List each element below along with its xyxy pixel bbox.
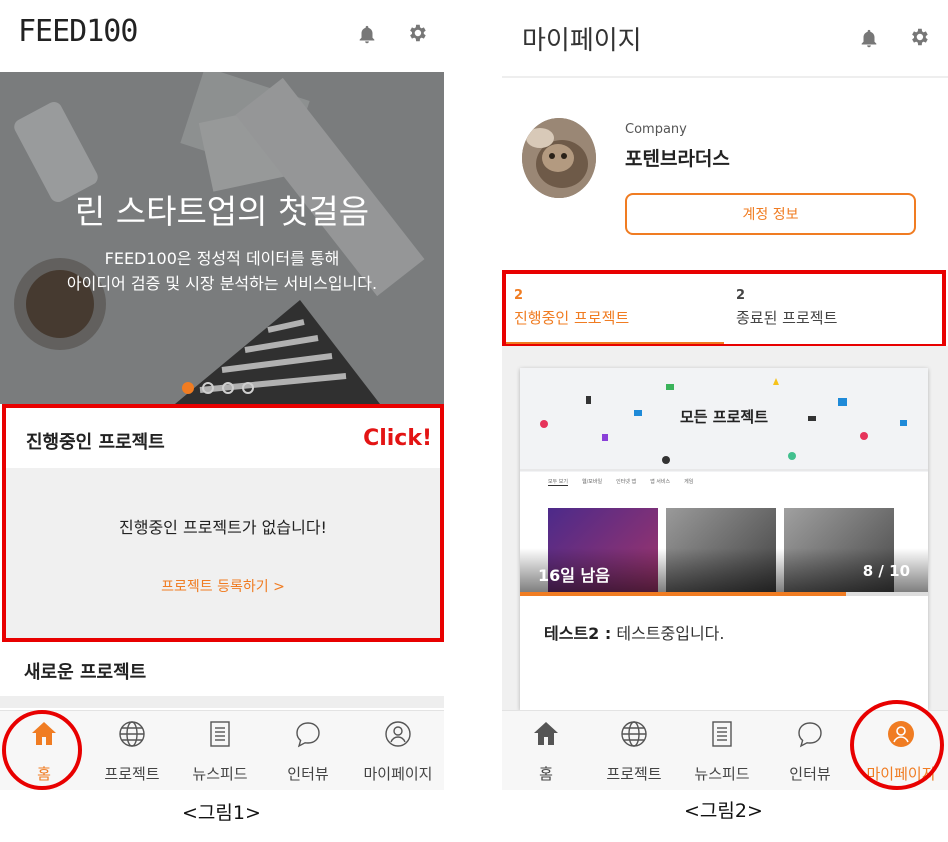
- header: FEED100: [0, 0, 444, 72]
- nav-label: 프로젝트: [606, 765, 662, 783]
- account-info-button[interactable]: 계정 정보: [625, 193, 916, 235]
- home-icon: [534, 722, 558, 745]
- highlight-box: [502, 270, 946, 348]
- hero-background-image: [0, 72, 444, 404]
- header-divider: [502, 76, 948, 78]
- highlight-circle: [850, 700, 944, 790]
- nav-label: 프로젝트: [104, 765, 160, 783]
- avatar: [522, 118, 596, 198]
- gear-icon[interactable]: [908, 26, 930, 48]
- project-description: 테스트2 : 테스트중입니다.: [544, 620, 725, 644]
- new-projects-title: 새로운 프로젝트: [24, 662, 147, 683]
- document-icon: [712, 721, 732, 747]
- chat-bubble-icon: [798, 722, 822, 748]
- gear-icon[interactable]: [406, 22, 428, 44]
- nav-item-newsfeed[interactable]: 뉴스피드: [176, 711, 264, 790]
- nav-item-interview[interactable]: 인터뷰: [766, 711, 854, 790]
- nav-label: 뉴스피드: [192, 765, 248, 783]
- carousel-dot[interactable]: [242, 382, 254, 394]
- carousel-dot[interactable]: [202, 382, 214, 394]
- globe-icon: [621, 721, 647, 747]
- nav-label: 인터뷰: [789, 765, 831, 783]
- nav-item-newsfeed[interactable]: 뉴스피드: [678, 711, 766, 790]
- hero-title: 린 스타트업의 첫걸음: [74, 192, 370, 231]
- nav-label: 마이페이지: [363, 765, 433, 783]
- screen-mypage: 마이페이지 Company 포텐브라더스 계정 정보 2 진행중인 프로젝트 2…: [502, 0, 948, 790]
- project-thumbnail: 모든 프로젝트 모두 보기 웹/모바일 인터넷 앱 앱 서비스 게임 16일 남…: [520, 368, 928, 596]
- nav-label: 뉴스피드: [694, 765, 750, 783]
- hero-subtitle: FEED100은 정성적 데이터를 통해 아이디어 검증 및 시장 분석하는 서…: [66, 249, 378, 293]
- thumbnail-title: 모든 프로젝트: [679, 408, 769, 426]
- caption-figure-2: <그림2>: [684, 800, 763, 822]
- carousel-dots: [182, 382, 254, 394]
- app-logo: FEED100: [18, 14, 138, 49]
- nav-item-interview[interactable]: 인터뷰: [264, 711, 352, 790]
- highlight-circle: [2, 710, 82, 790]
- nav-item-projects[interactable]: 프로젝트: [590, 711, 678, 790]
- screen-home: FEED100 린 스타트업의 첫걸음 FEED100은 정성적 데이터를 통해: [0, 0, 444, 790]
- caption-figure-1: <그림1>: [182, 802, 261, 824]
- participant-count: 8 / 10: [862, 562, 910, 580]
- nav-label: 인터뷰: [287, 765, 329, 783]
- company-name: 포텐브라더스: [625, 148, 730, 170]
- page-title: 마이페이지: [522, 26, 642, 56]
- hero-banner[interactable]: 린 스타트업의 첫걸음 FEED100은 정성적 데이터를 통해 아이디어 검증…: [0, 72, 444, 404]
- thumbnail-mini-tabs: 모두 보기 웹/모바일 인터넷 앱 앱 서비스 게임: [548, 479, 694, 486]
- bell-icon[interactable]: [858, 28, 880, 50]
- bell-icon[interactable]: [356, 24, 378, 46]
- progress-fill: [520, 592, 847, 596]
- user-icon: [385, 721, 411, 747]
- progress-bar: [520, 592, 928, 596]
- nav-item-mypage[interactable]: 마이페이지: [352, 711, 444, 790]
- highlight-box: [2, 404, 444, 642]
- carousel-dot[interactable]: [222, 382, 234, 394]
- carousel-dot[interactable]: [182, 382, 194, 394]
- project-name: 테스트2 :: [544, 624, 612, 643]
- project-card[interactable]: 모든 프로젝트 모두 보기 웹/모바일 인터넷 앱 앱 서비스 게임 16일 남…: [520, 368, 928, 710]
- nav-label: 홈: [539, 765, 553, 783]
- document-icon: [210, 721, 230, 747]
- nav-item-home[interactable]: 홈: [502, 711, 590, 790]
- project-summary: 테스트중입니다.: [616, 624, 725, 643]
- days-remaining: 16일 남음: [538, 566, 610, 585]
- chat-bubble-icon: [296, 722, 320, 748]
- company-label: Company: [625, 122, 687, 137]
- nav-item-projects[interactable]: 프로젝트: [88, 711, 176, 790]
- new-projects-list: [0, 696, 444, 708]
- globe-icon: [119, 721, 145, 747]
- header: 마이페이지: [502, 0, 948, 72]
